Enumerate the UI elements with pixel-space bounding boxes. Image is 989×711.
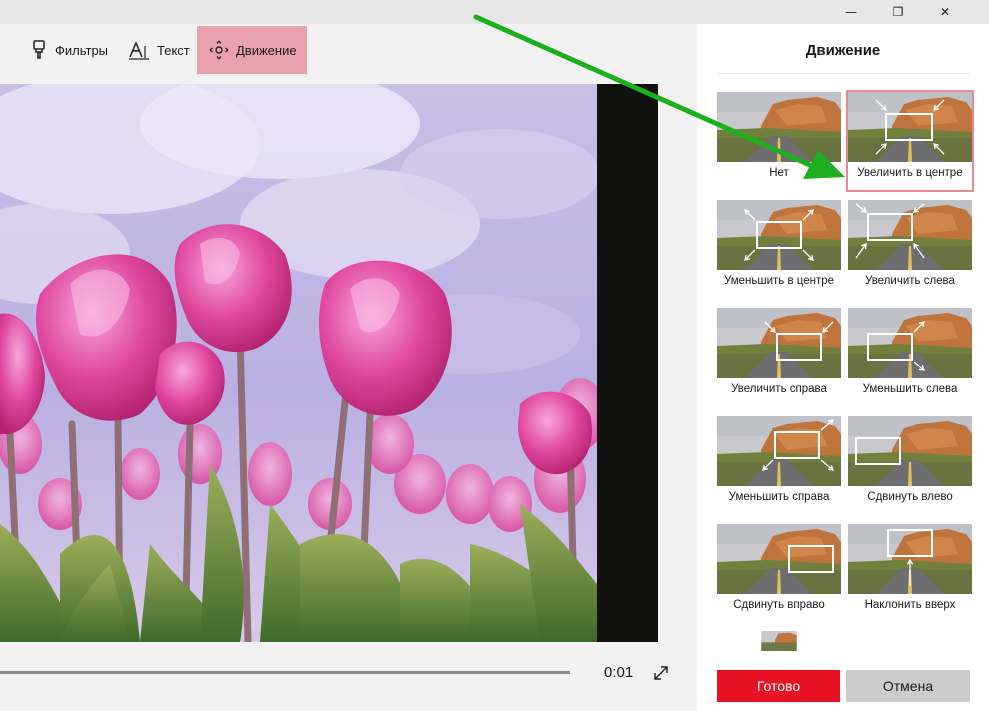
motion-label: Движение: [236, 42, 297, 58]
done-button[interactable]: Готово: [717, 670, 840, 702]
motion-label: Сдвинуть влево: [867, 491, 953, 503]
motion-thumbnail: [848, 92, 972, 162]
letterbox-bar: [597, 84, 658, 642]
motion-thumbnail: [848, 200, 972, 270]
motion-label: Сдвинуть вправо: [733, 599, 825, 611]
brush-icon: [33, 40, 45, 59]
motion-label: Уменьшить слева: [862, 383, 958, 395]
timeline-scrubber[interactable]: [0, 671, 570, 674]
motion-card-tilt-up[interactable]: Наклонить вверх: [848, 524, 972, 622]
motion-label: Уменьшить в центре: [723, 275, 835, 287]
motion-label: Увеличить слева: [865, 275, 955, 287]
motion-label: Уменьшить справа: [728, 491, 830, 503]
filters-label: Фильтры: [55, 42, 109, 58]
text-label: Текст: [157, 42, 190, 58]
minimize-button[interactable]: —: [828, 0, 874, 24]
motion-card-pan-right[interactable]: Сдвинуть вправо: [717, 524, 841, 622]
motion-thumbnail: [717, 524, 841, 594]
motion-card-pan-left[interactable]: Сдвинуть влево: [848, 416, 972, 514]
motion-card-zoom-in-center[interactable]: Увеличить в центре: [846, 90, 974, 192]
motion-thumbnail: [848, 308, 972, 378]
motion-thumbnail: [717, 92, 841, 162]
editor-toolbar: Фильтры Текст Движение: [0, 24, 697, 76]
maximize-button[interactable]: ❐: [875, 0, 921, 24]
motion-grid: Нет Увеличить в центре Уменьшить в центр…: [697, 24, 989, 664]
motion-card-zoom-in-left[interactable]: Увеличить слева: [848, 200, 972, 298]
motion-thumbnail: [717, 200, 841, 270]
motion-card-none[interactable]: Нет: [717, 92, 841, 190]
motion-thumbnail: [717, 308, 841, 378]
motion-card-zoom-out-right[interactable]: Уменьшить справа: [717, 416, 841, 514]
motion-thumbnail: [717, 416, 841, 486]
filters-button[interactable]: Фильтры: [18, 26, 120, 74]
motion-label: Увеличить справа: [731, 383, 827, 395]
expand-button[interactable]: [651, 663, 671, 683]
motion-thumbnail: [848, 524, 972, 594]
time-label: 0:01: [604, 664, 634, 681]
text-button[interactable]: Текст: [116, 26, 202, 74]
motion-card-zoom-in-right[interactable]: Увеличить справа: [717, 308, 841, 406]
expand-diagonal-icon: [654, 666, 668, 680]
motion-card-zoom-out-center[interactable]: Уменьшить в центре: [717, 200, 841, 298]
text-icon: [129, 41, 149, 60]
close-button[interactable]: ✕: [922, 0, 968, 24]
motion-thumbnail: [848, 416, 972, 486]
preview-image[interactable]: [0, 84, 597, 642]
motion-card-partial[interactable]: [717, 631, 841, 651]
motion-label: Наклонить вверх: [864, 599, 956, 611]
title-bar: — ❐ ✕: [0, 0, 989, 24]
motion-card-zoom-out-left[interactable]: Уменьшить слева: [848, 308, 972, 406]
motion-panel: Движение Нет Увеличить в центре Уменьшит…: [697, 24, 989, 711]
motion-button[interactable]: Движение: [197, 26, 307, 74]
cancel-button[interactable]: Отмена: [846, 670, 970, 702]
motion-label: Нет: [769, 167, 789, 179]
move-icon: [209, 40, 229, 60]
motion-label: Увеличить в центре: [857, 167, 963, 179]
